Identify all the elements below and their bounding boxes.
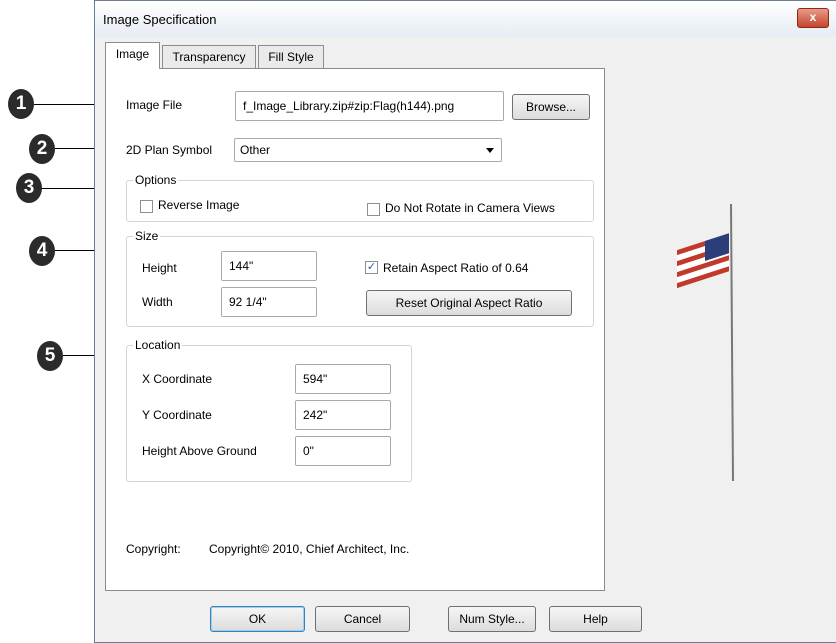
flag-preview (677, 203, 734, 482)
cancel-button[interactable]: Cancel (315, 606, 410, 632)
help-button[interactable]: Help (549, 606, 642, 632)
tab-transparency[interactable]: Transparency (162, 45, 256, 68)
reset-aspect-ratio-button[interactable]: Reset Original Aspect Ratio (366, 290, 572, 316)
do-not-rotate-checkbox[interactable] (367, 203, 380, 216)
image-file-label: Image File (126, 98, 183, 112)
retain-aspect-label: Retain Aspect Ratio of 0.64 (383, 261, 529, 275)
retain-aspect-checkbox[interactable]: ✓ (365, 261, 378, 274)
flagpole (730, 203, 734, 482)
callout-5: 5 (37, 341, 63, 371)
size-group: Size Height 144" ✓ Retain Aspect Ratio o… (126, 229, 594, 327)
chevron-down-icon (486, 148, 494, 153)
plan-symbol-label: 2D Plan Symbol (126, 143, 213, 157)
tab-image[interactable]: Image (105, 42, 160, 69)
width-label: Width (142, 295, 173, 309)
do-not-rotate-label: Do Not Rotate in Camera Views (385, 201, 555, 215)
copyright-label: Copyright: (126, 542, 181, 556)
x-coordinate-label: X Coordinate (142, 372, 213, 386)
height-above-ground-label: Height Above Ground (142, 444, 257, 458)
plan-symbol-select[interactable]: Other (234, 138, 502, 162)
y-coordinate-field[interactable]: 242" (295, 400, 391, 430)
plan-symbol-value: Other (240, 143, 271, 157)
callout-3: 3 (16, 173, 42, 203)
height-label: Height (142, 261, 177, 275)
image-tab-panel: Image File f_Image_Library.zip#zip:Flag(… (105, 68, 605, 591)
callout-1: 1 (8, 89, 34, 119)
image-specification-dialog: Image Specification x Image Transparency… (94, 0, 836, 643)
callout-2: 2 (29, 134, 55, 164)
image-file-field[interactable]: f_Image_Library.zip#zip:Flag(h144).png (235, 91, 504, 121)
reverse-image-label: Reverse Image (158, 198, 240, 212)
location-legend: Location (133, 338, 183, 352)
browse-button[interactable]: Browse... (512, 94, 590, 120)
height-above-ground-field[interactable]: 0" (295, 436, 391, 466)
flag (677, 233, 729, 289)
reverse-image-checkbox[interactable] (140, 200, 153, 213)
y-coordinate-label: Y Coordinate (142, 408, 212, 422)
size-legend: Size (133, 229, 161, 243)
num-style-button[interactable]: Num Style... (448, 606, 536, 632)
x-coordinate-field[interactable]: 594" (295, 364, 391, 394)
options-group: Options Reverse Image Do Not Rotate in C… (126, 173, 594, 222)
ok-button[interactable]: OK (210, 606, 305, 632)
callout-4: 4 (29, 236, 55, 266)
options-legend: Options (133, 173, 179, 187)
dialog-title: Image Specification (103, 12, 217, 27)
copyright-value: Copyright© 2010, Chief Architect, Inc. (209, 542, 410, 556)
width-field[interactable]: 92 1/4" (221, 287, 317, 317)
close-icon[interactable]: x (797, 8, 829, 28)
height-field[interactable]: 144" (221, 251, 317, 281)
title-bar[interactable]: Image Specification x (95, 1, 836, 37)
location-group: Location X Coordinate 594" Y Coordinate … (126, 338, 412, 482)
tab-fill-style[interactable]: Fill Style (258, 45, 324, 68)
